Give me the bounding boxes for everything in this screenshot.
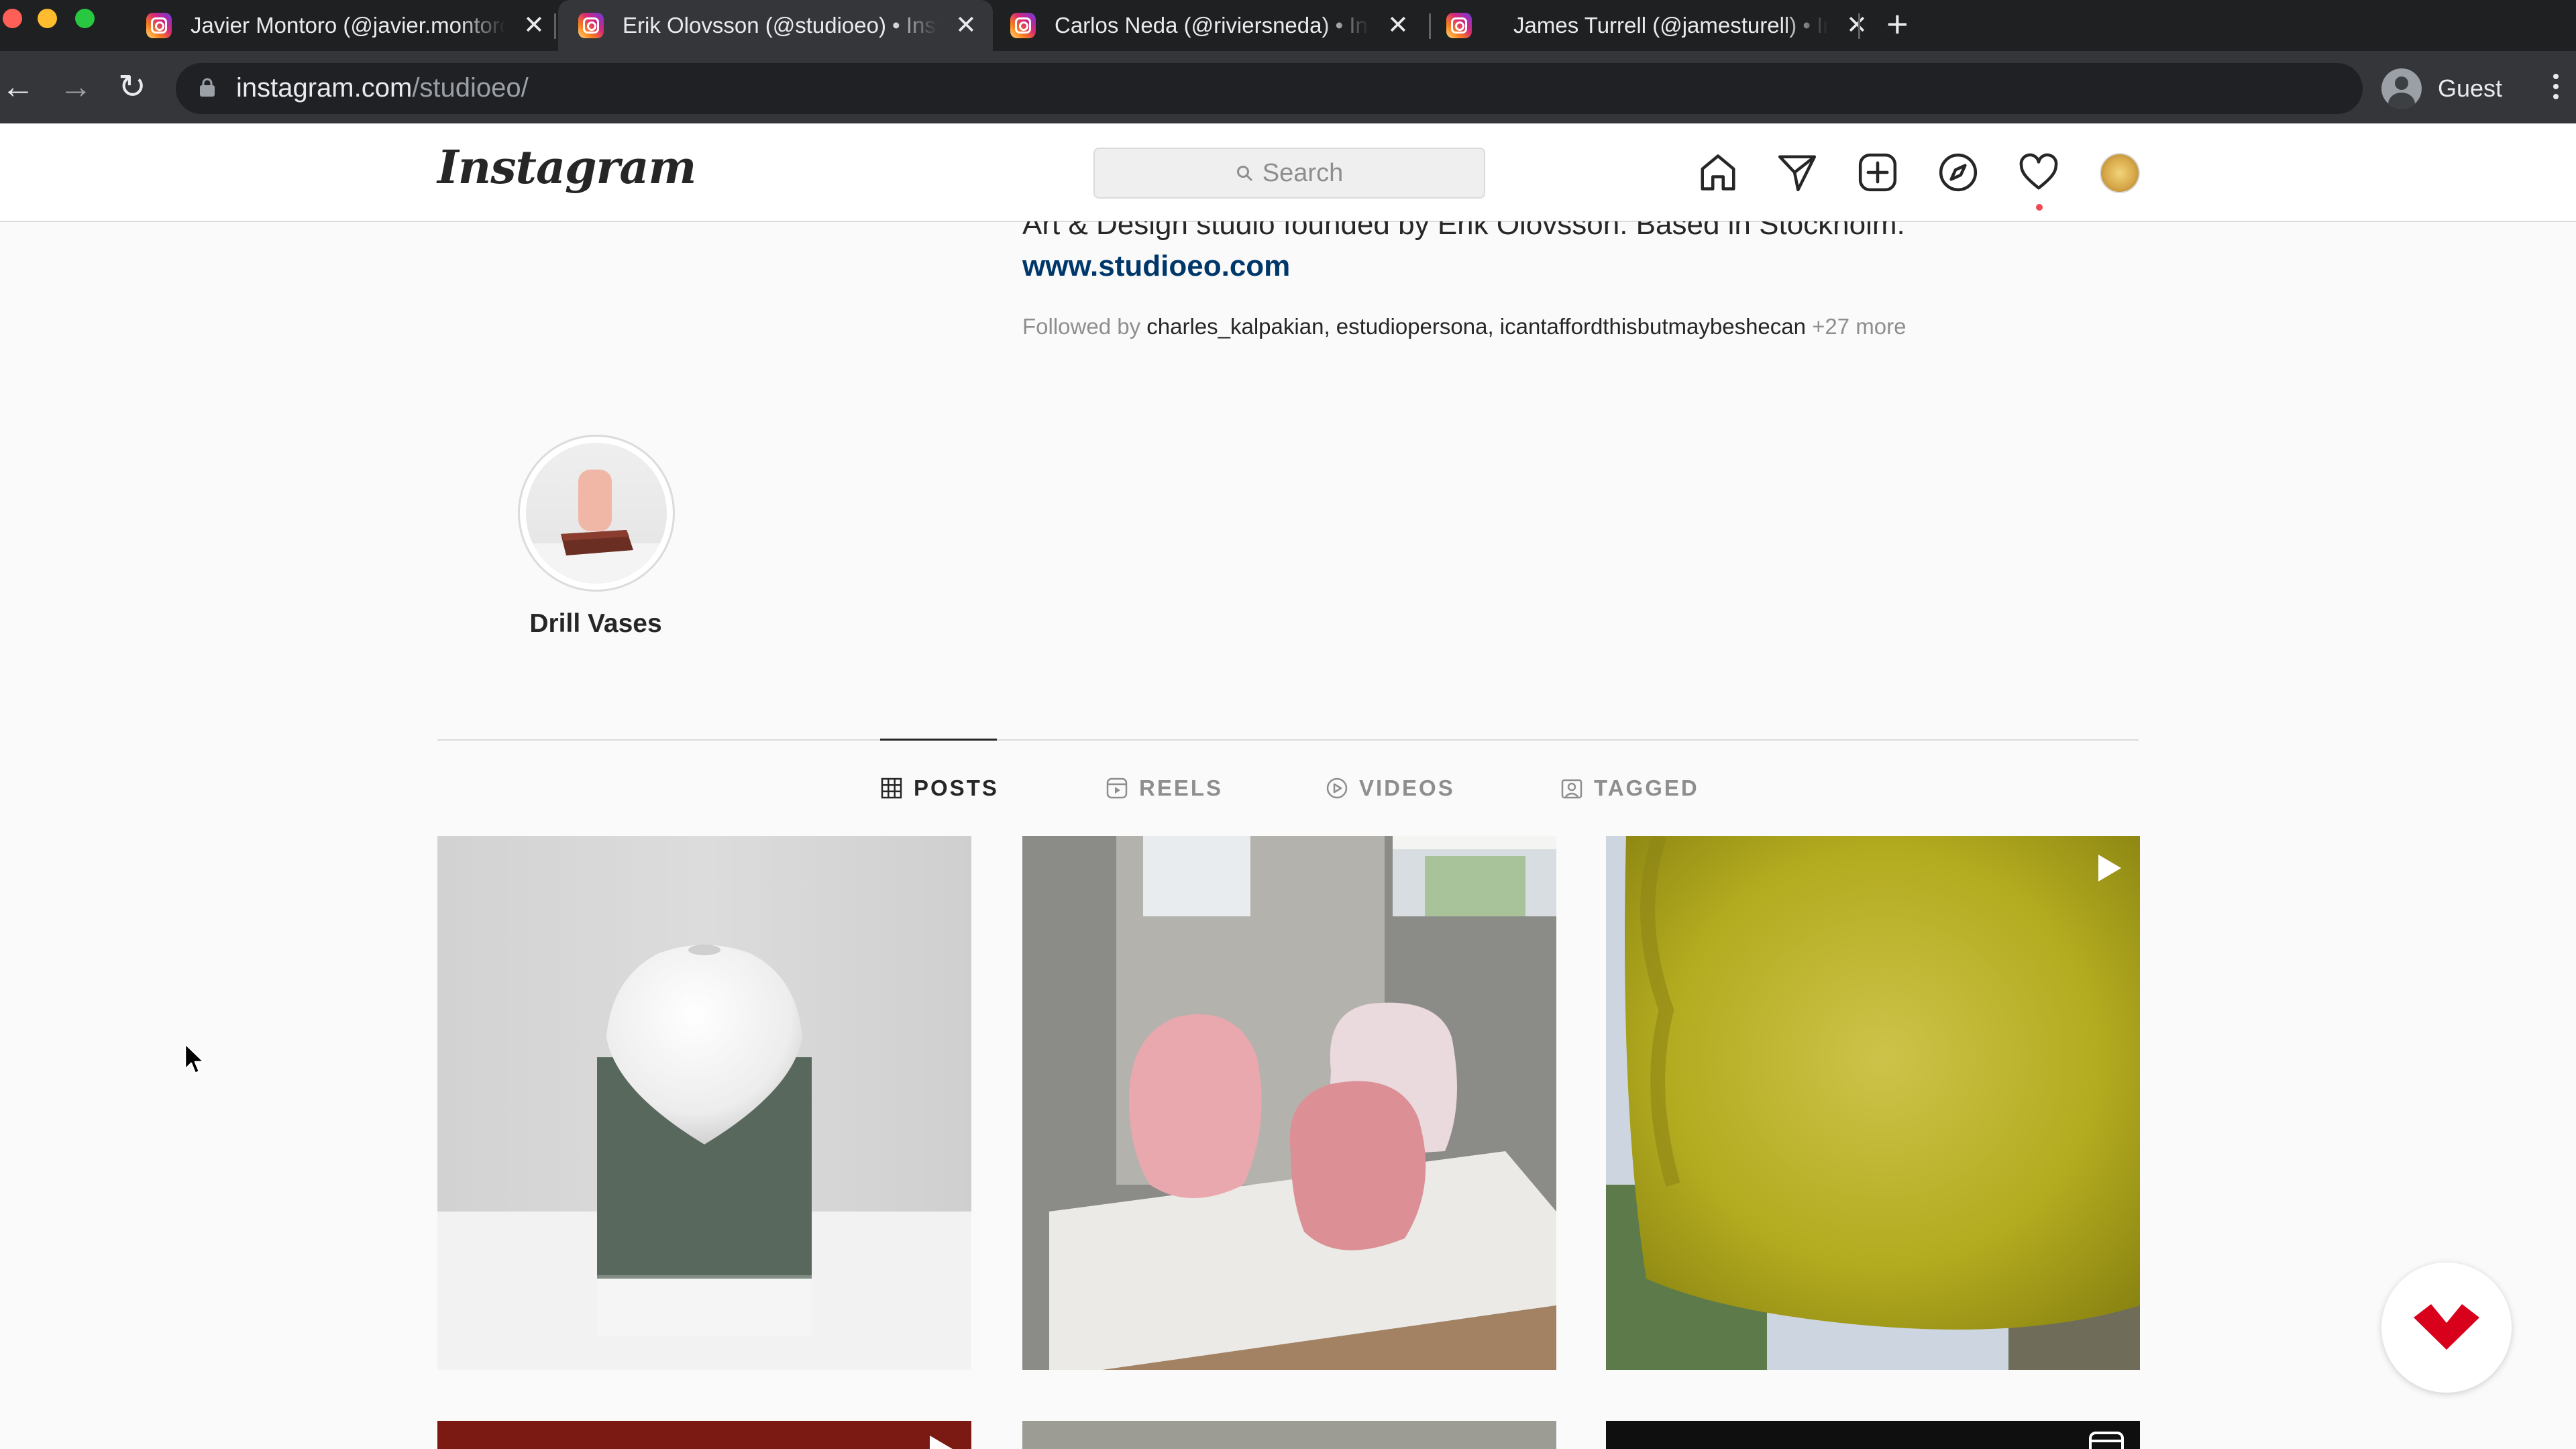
followed-prefix: Followed by bbox=[1022, 314, 1147, 339]
back-arrow-icon[interactable]: ← bbox=[1, 70, 35, 103]
activity-heart-icon[interactable] bbox=[2018, 152, 2059, 193]
explore-icon[interactable] bbox=[1937, 152, 1979, 193]
tab-close-icon[interactable]: ✕ bbox=[1387, 13, 1409, 38]
post-image-yellow-glass bbox=[1606, 836, 2140, 1370]
instagram-logo[interactable]: Instagram bbox=[437, 141, 696, 195]
minimize-window-button[interactable] bbox=[38, 9, 57, 28]
tab-posts-label: POSTS bbox=[914, 775, 999, 800]
follower-username[interactable]: charles_kalpakian bbox=[1146, 314, 1324, 339]
tab-separator bbox=[554, 13, 556, 39]
guest-label: Guest bbox=[2438, 74, 2503, 102]
browser-tab[interactable]: Carlos Neda (@riviersneda) • Instagram ✕ bbox=[993, 0, 1428, 51]
tab-close-icon[interactable]: ✕ bbox=[523, 13, 545, 38]
tab-separator bbox=[1429, 13, 1431, 39]
follower-separator: , bbox=[1324, 314, 1336, 339]
url-path: /studioeo/ bbox=[412, 73, 529, 103]
follower-username[interactable]: icantaffordthisbutmaybeshecan bbox=[1500, 314, 1806, 339]
story-highlight-label[interactable]: Drill Vases bbox=[470, 609, 722, 639]
tab-title: James Turrell (@jamesturell) • Instagram bbox=[1513, 13, 1829, 38]
url-text[interactable]: instagram.com/studioeo/ bbox=[236, 73, 529, 103]
lock-icon[interactable] bbox=[199, 77, 216, 97]
followed-by[interactable]: Followed by charles_kalpakian, estudiope… bbox=[1022, 314, 1906, 339]
post-thumbnail[interactable] bbox=[437, 836, 971, 1370]
instagram-favicon-icon bbox=[1446, 13, 1472, 38]
search-input[interactable]: Search bbox=[1093, 148, 1485, 199]
notification-dot bbox=[2036, 204, 2043, 211]
search-placeholder: Search bbox=[1262, 158, 1344, 187]
post-image-white-vase bbox=[437, 836, 971, 1370]
instagram-favicon-icon bbox=[1010, 13, 1036, 38]
tab-title: Erik Olovsson (@studioeo) • Instagram bbox=[623, 13, 938, 38]
follower-separator: , bbox=[1487, 314, 1500, 339]
post-thumbnail[interactable] bbox=[1606, 1421, 2140, 1449]
reels-icon bbox=[1106, 777, 1128, 799]
tab-close-icon[interactable]: ✕ bbox=[955, 13, 977, 38]
bio-container: Art & Design studio founded by Erik Olov… bbox=[1022, 221, 1962, 248]
close-window-button[interactable] bbox=[3, 9, 22, 28]
forward-arrow-icon[interactable]: → bbox=[59, 70, 93, 103]
post-thumbnail[interactable] bbox=[437, 1421, 971, 1449]
tab-posts[interactable]: POSTS bbox=[880, 775, 999, 801]
search-icon bbox=[1236, 166, 1252, 181]
video-play-icon bbox=[1326, 777, 1348, 799]
browser-tab[interactable]: Javier Montoro (@javier.montoro) • Insta… bbox=[115, 0, 550, 51]
url-host: instagram.com bbox=[236, 73, 413, 103]
reload-icon[interactable]: ↻ bbox=[118, 70, 146, 103]
floating-extension-button[interactable] bbox=[2381, 1263, 2512, 1393]
video-indicator-icon bbox=[930, 1436, 953, 1449]
tab-title: Javier Montoro (@javier.montoro) • Insta… bbox=[191, 13, 506, 38]
video-indicator-icon bbox=[2098, 855, 2121, 881]
instagram-favicon-icon bbox=[146, 13, 172, 38]
followed-more: +27 more bbox=[1805, 314, 1907, 339]
post-thumbnail[interactable] bbox=[1022, 836, 1556, 1370]
profile-bio: Art & Design studio founded by Erik Olov… bbox=[1022, 221, 1905, 241]
tab-videos[interactable]: VIDEOS bbox=[1326, 775, 1455, 801]
profile-website-link[interactable]: www.studioeo.com bbox=[1022, 250, 1290, 283]
browser-tab[interactable]: James Turrell (@jamesturell) • Instagram… bbox=[1433, 0, 1868, 51]
tab-close-icon[interactable]: ✕ bbox=[1846, 13, 1868, 38]
guest-profile-button[interactable]: Guest bbox=[2381, 64, 2502, 113]
browser-tab-active[interactable]: Erik Olovsson (@studioeo) • Instagram ✕ bbox=[558, 0, 993, 51]
direct-message-icon[interactable] bbox=[1776, 152, 1818, 193]
tab-videos-label: VIDEOS bbox=[1359, 775, 1455, 800]
browser-menu-icon[interactable] bbox=[2553, 74, 2559, 104]
tab-separator bbox=[1858, 13, 1860, 39]
post-thumbnail[interactable] bbox=[1022, 1421, 1556, 1449]
post-image-pink-vases bbox=[1022, 836, 1556, 1370]
grid-icon bbox=[881, 777, 902, 799]
new-post-icon[interactable] bbox=[1857, 152, 1898, 193]
reel-indicator-icon bbox=[2089, 1432, 2124, 1449]
guest-avatar-icon bbox=[2381, 68, 2422, 109]
tab-reels[interactable]: REELS bbox=[1106, 775, 1223, 801]
mouse-cursor-icon bbox=[184, 1042, 205, 1075]
profile-avatar[interactable] bbox=[2100, 153, 2140, 193]
tagged-person-icon bbox=[1561, 779, 1582, 799]
home-icon[interactable] bbox=[1697, 152, 1739, 193]
maximize-window-button[interactable] bbox=[75, 9, 95, 28]
tab-reels-label: REELS bbox=[1139, 775, 1224, 800]
tab-tagged[interactable]: TAGGED bbox=[1560, 775, 1699, 801]
extension-logo-icon bbox=[2414, 1304, 2479, 1350]
tab-tagged-label: TAGGED bbox=[1594, 775, 1699, 800]
tab-title: Carlos Neda (@riviersneda) • Instagram bbox=[1055, 13, 1370, 38]
profile-tabs-divider bbox=[437, 739, 2139, 741]
instagram-favicon-icon bbox=[578, 13, 604, 38]
new-tab-button[interactable]: + bbox=[1886, 5, 1909, 43]
post-thumbnail[interactable] bbox=[1606, 836, 2140, 1370]
follower-username[interactable]: estudiopersona bbox=[1336, 314, 1488, 339]
active-tab-indicator bbox=[880, 739, 997, 741]
story-highlight-image[interactable] bbox=[526, 443, 667, 584]
